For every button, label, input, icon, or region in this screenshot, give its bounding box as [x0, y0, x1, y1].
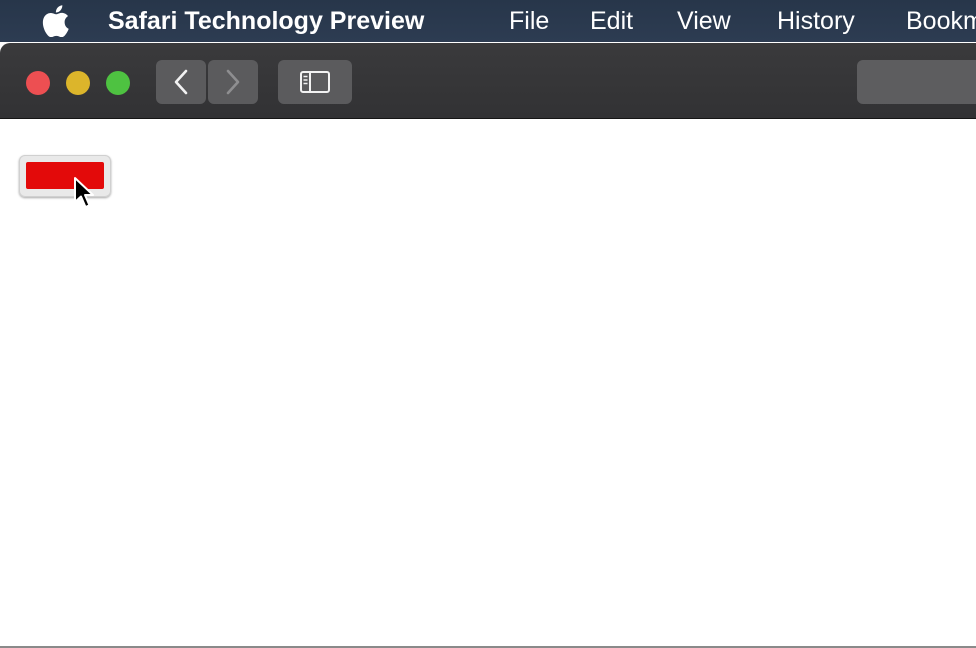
arrow-cursor-icon: [74, 177, 94, 208]
browser-window: [0, 43, 976, 648]
menu-view[interactable]: View: [677, 6, 731, 36]
address-bar[interactable]: [857, 60, 976, 104]
sidebar-icon: [300, 71, 330, 93]
menu-app-name[interactable]: Safari Technology Preview: [108, 6, 424, 36]
menu-file[interactable]: File: [509, 6, 549, 36]
screen: Safari Technology Preview File Edit View…: [0, 0, 976, 648]
chevron-left-icon: [174, 69, 188, 95]
forward-button[interactable]: [208, 60, 258, 104]
menu-history[interactable]: History: [777, 6, 855, 36]
apple-logo-icon[interactable]: [40, 5, 70, 37]
menu-bar: Safari Technology Preview File Edit View…: [0, 0, 976, 42]
browser-toolbar: [0, 43, 976, 119]
page-content: [0, 119, 976, 648]
menu-edit[interactable]: Edit: [590, 6, 633, 36]
navigation-buttons: [156, 60, 258, 104]
back-button[interactable]: [156, 60, 206, 104]
menu-bookmarks[interactable]: Bookmarks: [906, 6, 976, 36]
sidebar-toggle-button[interactable]: [278, 60, 352, 104]
chevron-right-icon: [226, 69, 240, 95]
minimize-window-button[interactable]: [66, 71, 90, 95]
zoom-window-button[interactable]: [106, 71, 130, 95]
close-window-button[interactable]: [26, 71, 50, 95]
red-button[interactable]: [19, 155, 111, 197]
